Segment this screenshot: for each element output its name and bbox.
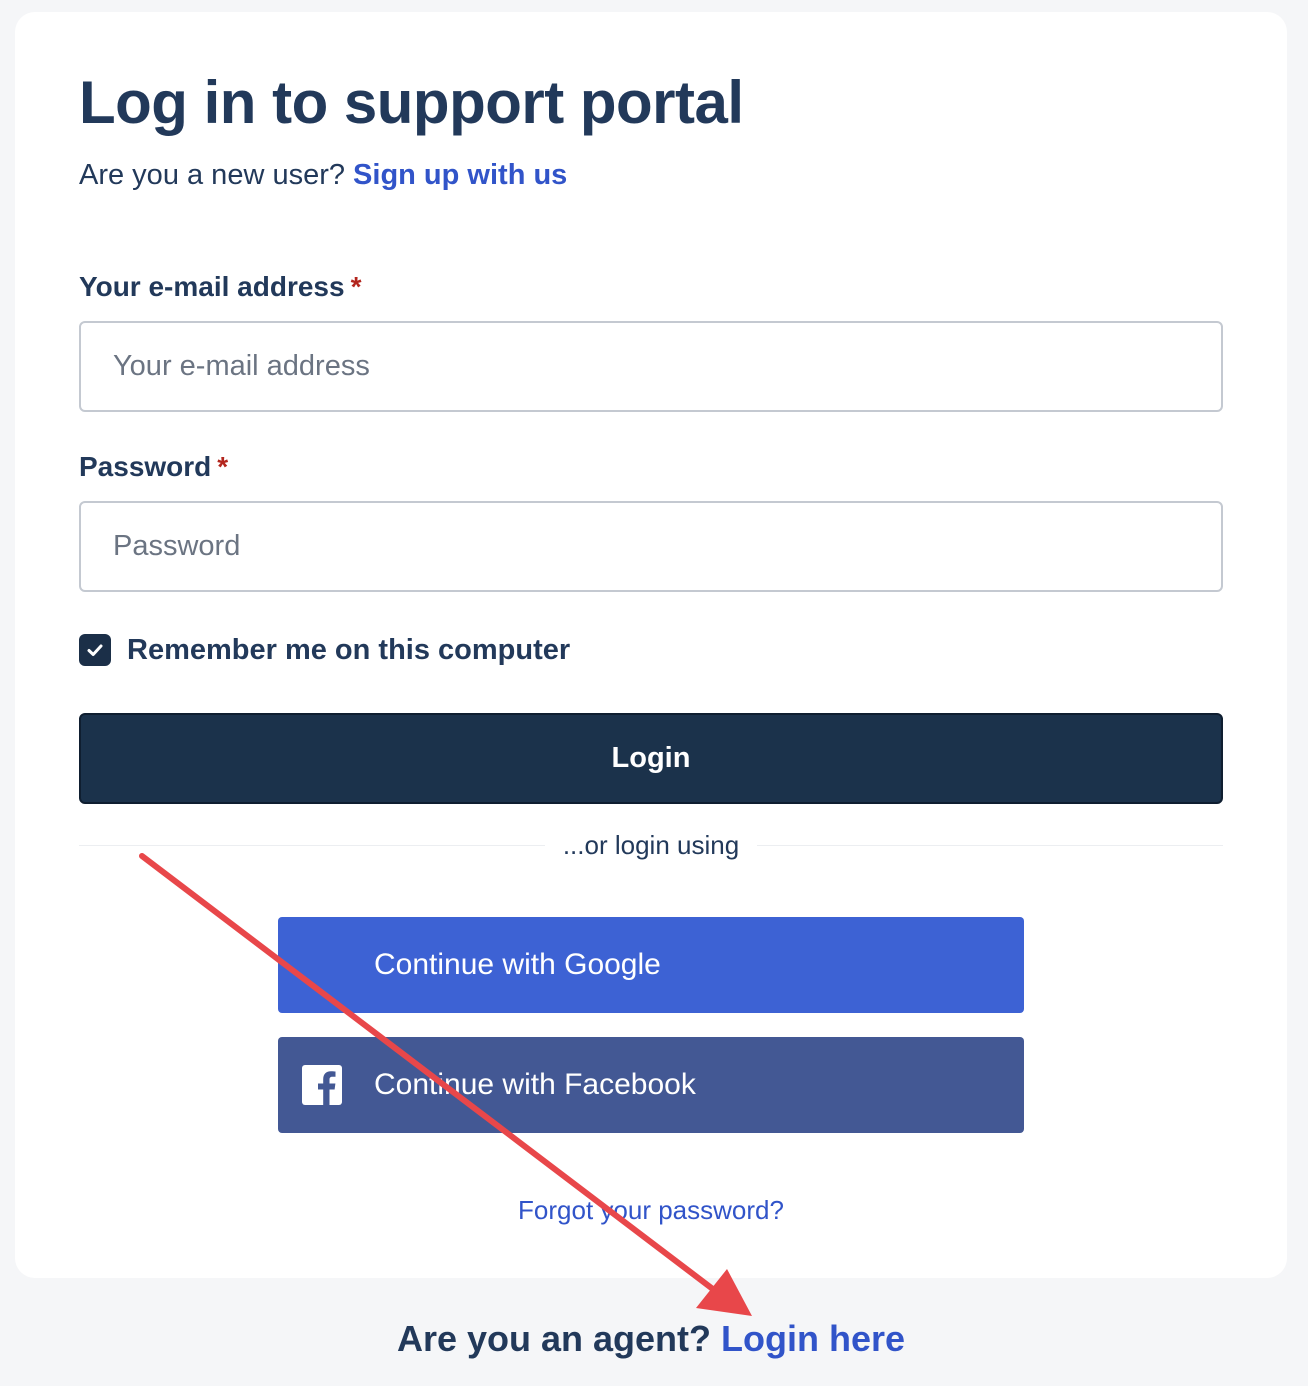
- signup-link[interactable]: Sign up with us: [353, 159, 567, 191]
- google-login-label: Continue with Google: [374, 948, 661, 981]
- email-label: Your e-mail address *: [79, 271, 361, 303]
- login-card: Log in to support portal Are you a new u…: [15, 12, 1287, 1278]
- facebook-login-button[interactable]: Continue with Facebook: [278, 1037, 1024, 1133]
- social-divider: ...or login using: [15, 830, 1287, 861]
- page-title: Log in to support portal: [79, 69, 744, 136]
- login-button[interactable]: Login: [79, 713, 1223, 804]
- agent-login-prompt: Are you an agent? Login here: [0, 1318, 1302, 1360]
- password-required-mark: *: [217, 451, 229, 482]
- social-divider-text: ...or login using: [544, 830, 758, 860]
- forgot-password-link[interactable]: Forgot your password?: [15, 1195, 1287, 1226]
- password-label: Password *: [79, 451, 228, 483]
- email-label-text: Your e-mail address: [79, 271, 345, 302]
- facebook-login-label: Continue with Facebook: [374, 1068, 696, 1101]
- signup-prompt-text: Are you a new user?: [79, 159, 345, 191]
- remember-me-label: Remember me on this computer: [127, 633, 571, 666]
- facebook-icon: [302, 1065, 342, 1105]
- remember-me-control[interactable]: Remember me on this computer: [79, 632, 570, 668]
- password-label-text: Password: [79, 451, 212, 482]
- email-required-mark: *: [350, 271, 362, 302]
- google-login-button[interactable]: Continue with Google: [278, 917, 1024, 1013]
- agent-prompt-text: Are you an agent?: [396, 1318, 712, 1359]
- remember-me-checkbox[interactable]: [79, 634, 111, 666]
- agent-login-link[interactable]: Login here: [721, 1318, 905, 1359]
- password-input[interactable]: [79, 501, 1223, 592]
- signup-prompt: Are you a new user? Sign up with us: [79, 159, 567, 192]
- email-input[interactable]: [79, 321, 1223, 412]
- checkmark-icon: [87, 644, 103, 656]
